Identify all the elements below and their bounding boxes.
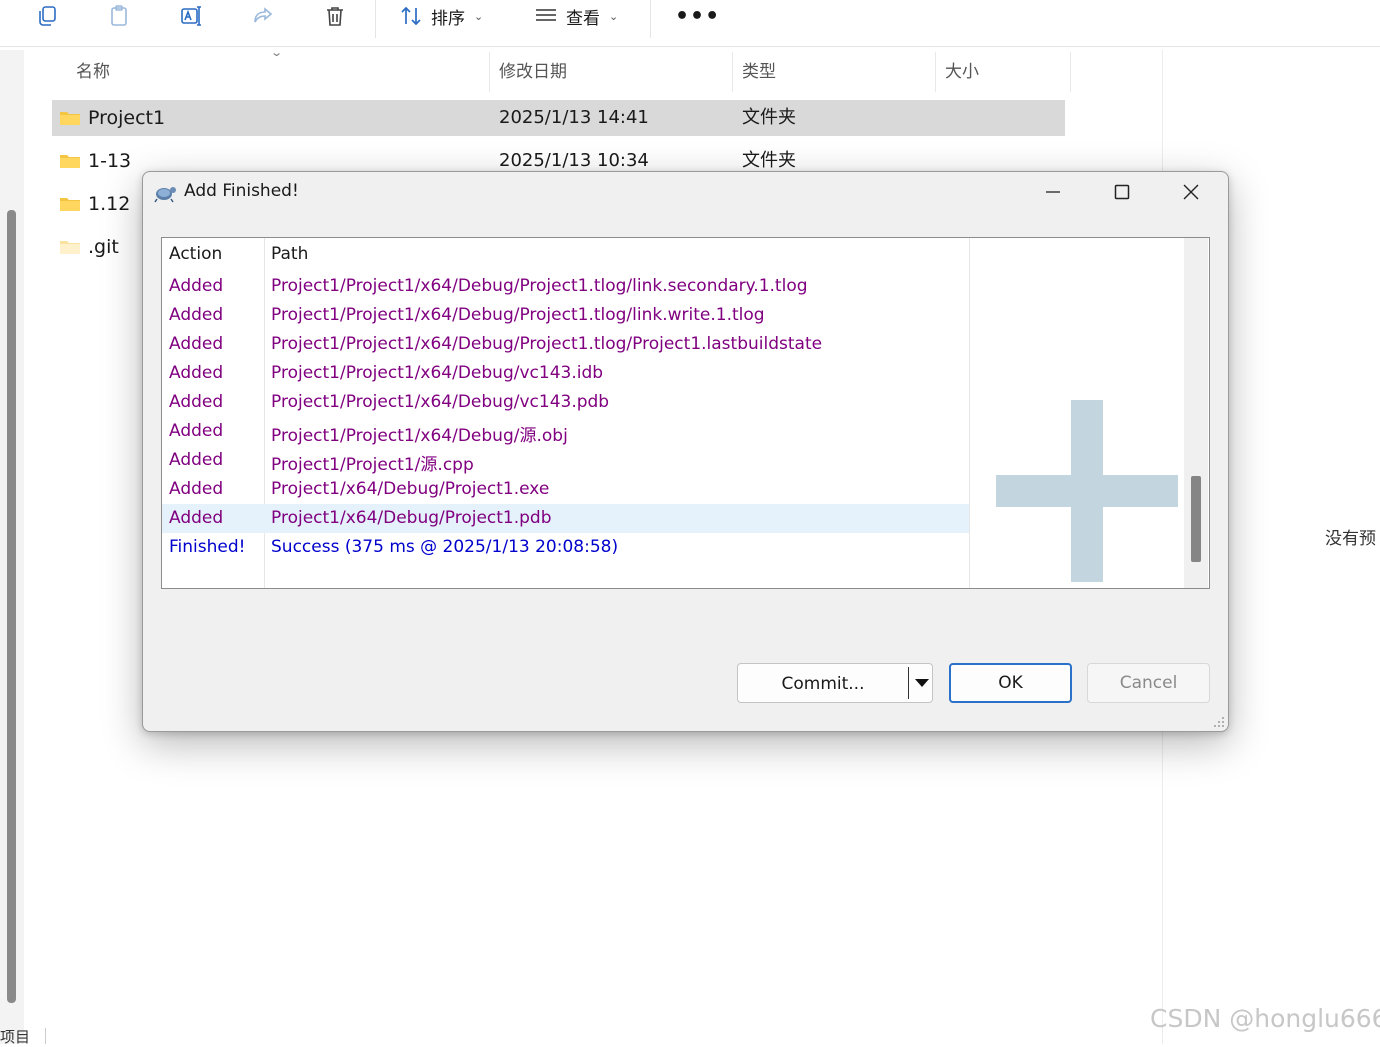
watermark: CSDN @honglu666 <box>1150 1004 1380 1033</box>
folder-icon <box>60 155 80 168</box>
share-icon[interactable] <box>249 2 277 30</box>
cancel-button[interactable]: Cancel <box>1087 663 1210 703</box>
list-item-action: Added <box>169 276 224 296</box>
list-item-action: Added <box>169 305 224 325</box>
view-label: 查看 <box>566 8 600 29</box>
chevron-down-icon: ⌄ <box>609 9 619 23</box>
list-item[interactable]: Added Project1/Project1/x64/Debug/Project… <box>162 330 969 359</box>
list-item[interactable]: Added Project1/Project1/x64/Debug/vc143.p… <box>162 388 969 417</box>
commit-button[interactable]: Commit... <box>737 663 933 703</box>
column-header-type[interactable]: 类型 <box>742 52 776 92</box>
preview-pane-message: 没有预 <box>1325 529 1376 549</box>
delete-icon[interactable] <box>321 2 349 30</box>
explorer-toolbar: 排序 ⌄ 查看 ⌄ ••• <box>0 0 1380 47</box>
resize-grip-icon[interactable] <box>1213 716 1225 728</box>
list-scrollbar-thumb[interactable] <box>1191 476 1201 562</box>
list-item-action: Added <box>169 508 224 528</box>
list-item-action: Added <box>169 392 224 412</box>
list-item-selected[interactable]: Added Project1/x64/Debug/Project1.pdb <box>162 504 969 533</box>
list-header-path[interactable]: Path <box>271 244 308 264</box>
status-divider <box>45 1028 46 1044</box>
folder-icon <box>60 112 80 125</box>
rename-icon[interactable] <box>177 2 205 30</box>
list-item[interactable]: Finished! Success (375 ms @ 2025/1/13 20:… <box>162 533 969 562</box>
list-item[interactable]: Added Project1/Project1/x64/Debug/Project… <box>162 301 969 330</box>
file-date: 2025/1/13 14:41 <box>499 107 649 128</box>
list-item-action: Finished! <box>169 537 246 557</box>
list-item-path: Project1/Project1/x64/Debug/Project1.tlo… <box>271 334 823 354</box>
list-item-action: Added <box>169 334 224 354</box>
file-type: 文件夹 <box>742 107 796 128</box>
list-item[interactable]: Added Project1/Project1/x64/Debug/Project… <box>162 272 969 301</box>
column-divider[interactable] <box>1070 52 1071 92</box>
list-item-path: Project1/x64/Debug/Project1.exe <box>271 479 550 499</box>
list-item[interactable]: Added Project1/x64/Debug/Project1.exe <box>162 475 969 504</box>
sort-label: 排序 <box>431 8 465 29</box>
maximize-icon <box>1114 184 1130 200</box>
list-item[interactable]: Added Project1/Project1/x64/Debug/源.obj <box>162 417 969 446</box>
nav-scrollbar[interactable] <box>7 210 16 1003</box>
folder-icon <box>60 198 80 211</box>
list-scrollbar[interactable] <box>1184 238 1208 588</box>
commit-split-divider <box>908 667 909 699</box>
dialog-title: Add Finished! <box>184 181 299 201</box>
list-item-path: Project1/Project1/x64/Debug/vc143.pdb <box>271 392 610 412</box>
file-name: 1-13 <box>88 150 132 172</box>
list-item[interactable]: Added Project1/Project1/x64/Debug/vc143.i… <box>162 359 969 388</box>
paste-icon[interactable] <box>105 2 133 30</box>
more-icon[interactable]: ••• <box>675 4 720 29</box>
list-item-path: Project1/Project1/x64/Debug/vc143.idb <box>271 363 604 383</box>
list-item-path: Project1/Project1/x64/Debug/Project1.tlo… <box>271 305 765 325</box>
toolbar-separator <box>375 0 376 38</box>
list-item-action: Added <box>169 479 224 499</box>
list-item[interactable]: Added Project1/Project1/源.cpp <box>162 446 969 475</box>
view-button[interactable]: 查看 ⌄ <box>534 2 618 30</box>
list-header-action[interactable]: Action <box>169 244 222 264</box>
column-divider[interactable] <box>732 52 733 92</box>
tortoise-icon <box>154 187 176 203</box>
list-item-path: Project1/Project1/x64/Debug/Project1.tlo… <box>271 276 808 296</box>
list-item-path: Project1/Project1/x64/Debug/源.obj <box>271 426 568 446</box>
list-column-divider[interactable] <box>969 238 970 588</box>
minimize-button[interactable] <box>1019 172 1087 212</box>
file-name: .git <box>88 236 119 258</box>
commit-dropdown-arrow-icon[interactable] <box>912 664 932 702</box>
action-list[interactable]: Action Path Added Project1/Project1/x64/D… <box>161 237 1210 589</box>
list-item-path: Project1/Project1/源.cpp <box>271 455 474 475</box>
column-header-name[interactable]: 名称 <box>76 52 110 92</box>
sort-button[interactable]: 排序 ⌄ <box>399 2 483 30</box>
ok-button[interactable]: OK <box>949 663 1072 703</box>
sort-icon <box>401 6 421 26</box>
close-button[interactable] <box>1157 172 1225 212</box>
column-divider[interactable] <box>489 52 490 92</box>
navigation-pane <box>0 50 24 1044</box>
add-finished-dialog: Add Finished! Action Path Added Project1/… <box>142 171 1229 732</box>
column-header-modified[interactable]: 修改日期 <box>499 52 567 92</box>
chevron-down-icon: ⌄ <box>474 9 484 23</box>
toolbar-separator <box>650 0 651 38</box>
close-icon <box>1183 184 1199 200</box>
file-row-project1[interactable]: Project1 2025/1/13 14:41 文件夹 <box>52 100 1065 136</box>
sort-indicator-icon: ⌄ <box>270 46 284 59</box>
added-plus-icon <box>996 400 1178 582</box>
list-item-action: Added <box>169 363 224 383</box>
maximize-button[interactable] <box>1088 172 1156 212</box>
column-header-size[interactable]: 大小 <box>945 52 979 92</box>
copy-icon[interactable] <box>33 2 61 30</box>
list-item-path: Project1/x64/Debug/Project1.pdb <box>271 508 552 528</box>
list-item-action: Added <box>169 450 224 470</box>
list-item-path: Success (375 ms @ 2025/1/13 20:08:58) <box>271 537 619 557</box>
file-name: Project1 <box>88 107 166 129</box>
commit-button-label: Commit... <box>781 674 865 694</box>
folder-icon <box>60 241 80 254</box>
minimize-icon <box>1046 191 1060 193</box>
column-divider[interactable] <box>935 52 936 92</box>
view-icon <box>536 9 556 21</box>
file-name: 1.12 <box>88 193 131 215</box>
list-item-action: Added <box>169 421 224 441</box>
